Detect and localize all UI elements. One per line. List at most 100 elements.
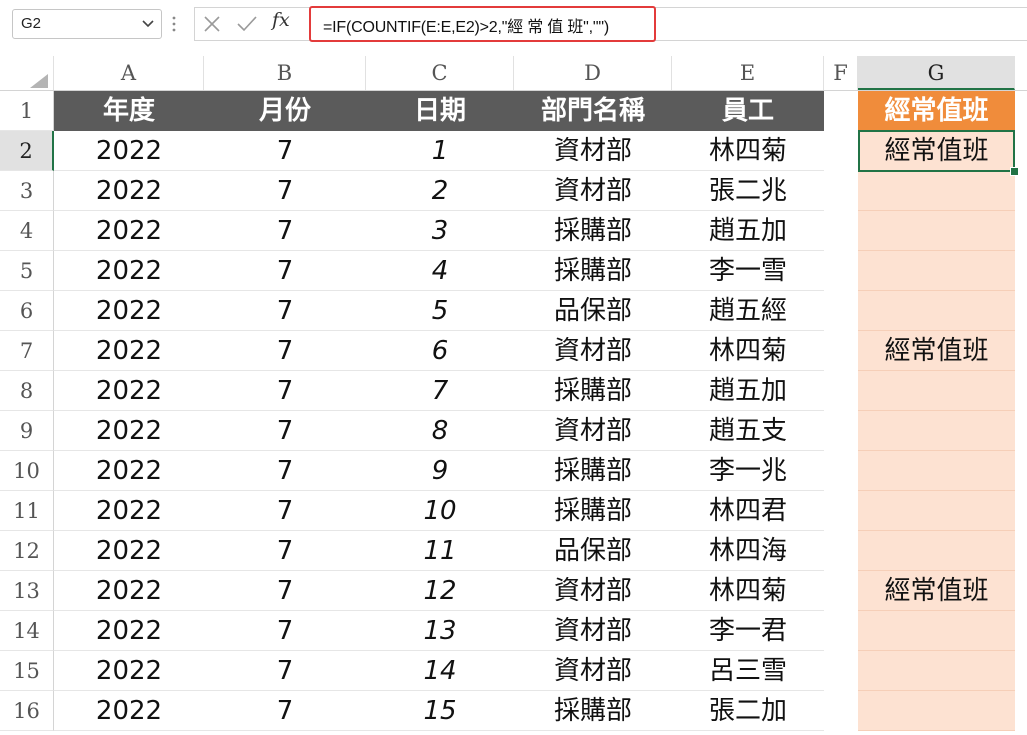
cell-empty[interactable] [824,131,858,171]
cell-frequent-duty[interactable] [858,491,1015,531]
cell-employee[interactable]: 趙五支 [672,411,824,451]
cell-month[interactable]: 7 [204,131,366,171]
row-header[interactable]: 12 [0,531,54,571]
cell-dept[interactable]: 資材部 [514,171,672,211]
cell-empty[interactable] [824,251,858,291]
cell-empty[interactable] [824,651,858,691]
cell-empty[interactable] [824,411,858,451]
cell-dept[interactable]: 採購部 [514,451,672,491]
cell-empty[interactable] [824,371,858,411]
cell-frequent-duty[interactable] [858,651,1015,691]
cell-dept[interactable]: 採購部 [514,691,672,731]
cell-day[interactable]: 1 [366,131,514,171]
cell-employee[interactable]: 呂三雪 [672,651,824,691]
cell-empty[interactable] [824,451,858,491]
cell-year[interactable]: 2022 [54,131,204,171]
row-header[interactable]: 4 [0,211,54,251]
header-frequent-duty[interactable]: 經常值班 [858,91,1015,131]
cell-month[interactable]: 7 [204,331,366,371]
cell-dept[interactable]: 採購部 [514,211,672,251]
cell-day[interactable]: 15 [366,691,514,731]
cell-employee[interactable]: 林四海 [672,531,824,571]
formula-input[interactable]: =IF(COUNTIF(E:E,E2)>2,"經 常 值 班","") [323,13,609,37]
cell-frequent-duty[interactable] [858,211,1015,251]
cell-month[interactable]: 7 [204,291,366,331]
cell-day[interactable]: 2 [366,171,514,211]
row-header[interactable]: 9 [0,411,54,451]
cell-day[interactable]: 6 [366,331,514,371]
cell-year[interactable]: 2022 [54,491,204,531]
cell-employee[interactable]: 張二加 [672,691,824,731]
cell-day[interactable]: 4 [366,251,514,291]
cell-employee[interactable]: 林四菊 [672,331,824,371]
row-header[interactable]: 2 [0,131,54,171]
cell-month[interactable]: 7 [204,211,366,251]
row-header[interactable]: 8 [0,371,54,411]
cell-dept[interactable]: 資材部 [514,651,672,691]
cell-employee[interactable]: 趙五加 [672,211,824,251]
cell-frequent-duty[interactable] [858,171,1015,211]
cell-dept[interactable]: 資材部 [514,611,672,651]
cell-frequent-duty[interactable] [858,411,1015,451]
cell-employee[interactable]: 趙五經 [672,291,824,331]
row-header[interactable]: 10 [0,451,54,491]
cell-year[interactable]: 2022 [54,411,204,451]
cell-dept[interactable]: 採購部 [514,491,672,531]
select-all-button[interactable] [0,56,54,90]
cell-frequent-duty[interactable] [858,251,1015,291]
cell-month[interactable]: 7 [204,531,366,571]
cell-employee[interactable]: 趙五加 [672,371,824,411]
header-year[interactable]: 年度 [54,91,204,131]
row-header[interactable]: 5 [0,251,54,291]
cell-month[interactable]: 7 [204,571,366,611]
row-header[interactable]: 6 [0,291,54,331]
cell-frequent-duty[interactable]: 經常值班 [858,331,1015,371]
row-header[interactable]: 13 [0,571,54,611]
row-header[interactable]: 15 [0,651,54,691]
cell-frequent-duty[interactable] [858,691,1015,731]
row-header[interactable]: 14 [0,611,54,651]
cell-empty[interactable] [824,531,858,571]
cell-employee[interactable]: 林四菊 [672,571,824,611]
cell-dept[interactable]: 資材部 [514,411,672,451]
row-header[interactable]: 3 [0,171,54,211]
cell-frequent-duty[interactable]: 經常值班 [858,571,1015,611]
cell-year[interactable]: 2022 [54,291,204,331]
cell-year[interactable]: 2022 [54,371,204,411]
cell-empty[interactable] [824,171,858,211]
cell-empty[interactable] [824,611,858,651]
row-header[interactable]: 1 [0,91,54,131]
cell-month[interactable]: 7 [204,371,366,411]
cell-employee[interactable]: 李一兆 [672,451,824,491]
cell-month[interactable]: 7 [204,411,366,451]
cell-employee[interactable]: 張二兆 [672,171,824,211]
cell-frequent-duty[interactable] [858,531,1015,571]
row-header[interactable]: 16 [0,691,54,731]
column-header-f[interactable]: F [824,56,858,90]
cell-day[interactable]: 12 [366,571,514,611]
cell-year[interactable]: 2022 [54,611,204,651]
chevron-down-icon[interactable] [141,16,155,30]
cell-year[interactable]: 2022 [54,571,204,611]
cell-empty[interactable] [824,291,858,331]
column-header-c[interactable]: C [366,56,514,90]
cell-dept[interactable]: 採購部 [514,251,672,291]
cell-year[interactable]: 2022 [54,331,204,371]
column-header-e[interactable]: E [672,56,824,90]
cell-year[interactable]: 2022 [54,171,204,211]
header-employee[interactable]: 員工 [672,91,824,131]
cell-frequent-duty[interactable]: 經常值班 [858,131,1015,171]
cell-dept[interactable]: 品保部 [514,291,672,331]
cell-day[interactable]: 5 [366,291,514,331]
cell-frequent-duty[interactable] [858,451,1015,491]
cell-month[interactable]: 7 [204,691,366,731]
cell-frequent-duty[interactable] [858,371,1015,411]
cell-year[interactable]: 2022 [54,691,204,731]
check-icon[interactable] [235,14,259,34]
cell-frequent-duty[interactable] [858,291,1015,331]
cell-employee[interactable]: 李一君 [672,611,824,651]
row-header[interactable]: 11 [0,491,54,531]
cell-day[interactable]: 13 [366,611,514,651]
cell-month[interactable]: 7 [204,171,366,211]
cell-dept[interactable]: 品保部 [514,531,672,571]
